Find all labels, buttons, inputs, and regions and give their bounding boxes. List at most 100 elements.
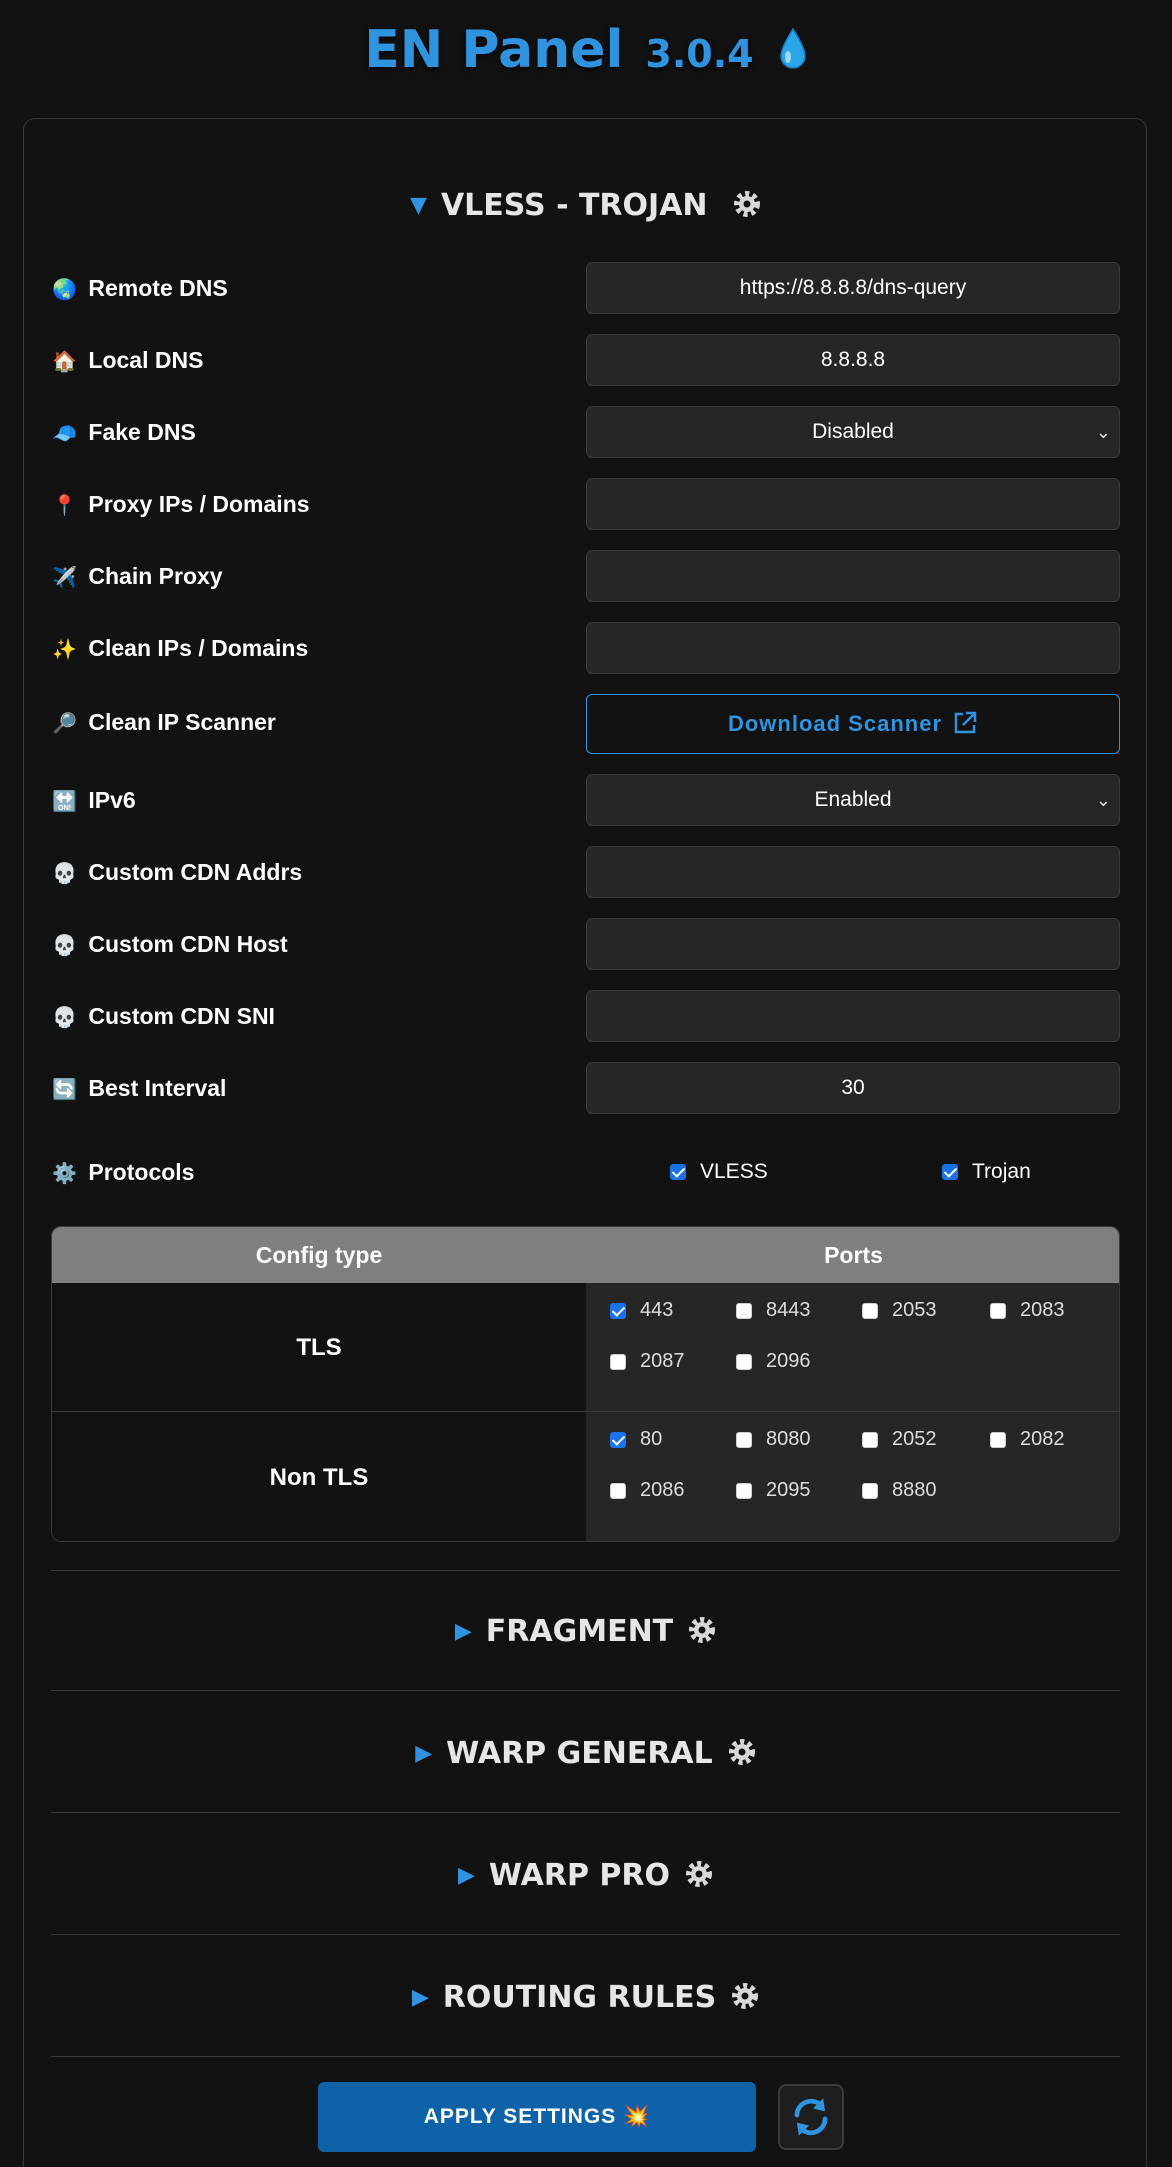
section-warp-pro-toggle[interactable]: ▶ WARP PRO bbox=[0, 1858, 1172, 1893]
header-ports: Ports bbox=[824, 1242, 883, 1268]
refresh-button[interactable] bbox=[778, 2084, 844, 2150]
cap-icon: 🧢 bbox=[52, 423, 77, 445]
port-label: 2052 bbox=[892, 1428, 937, 1450]
pin-icon: 📍 bbox=[52, 495, 77, 517]
on-arrow-icon: 🔛 bbox=[52, 791, 77, 813]
divider bbox=[51, 1570, 1120, 1571]
gear-icon bbox=[728, 1739, 755, 1765]
ipv6-select[interactable]: Enabled ⌄ bbox=[586, 774, 1120, 826]
water-drop-icon bbox=[779, 27, 806, 69]
port-checkbox[interactable]: 2087 bbox=[610, 1350, 685, 1373]
port-label: 2086 bbox=[640, 1479, 685, 1501]
proxy-ips-row: 📍 Proxy IPs / Domains bbox=[52, 478, 1120, 530]
checkbox[interactable] bbox=[990, 1431, 1006, 1448]
apply-settings-button[interactable]: APPLY SETTINGS 💥 bbox=[318, 2082, 756, 2152]
checkbox[interactable] bbox=[862, 1431, 878, 1448]
port-label: 2082 bbox=[1020, 1428, 1065, 1450]
header-config-type: Config type bbox=[255, 1242, 383, 1268]
section-warp-general-toggle[interactable]: ▶ WARP GENERAL bbox=[0, 1736, 1172, 1771]
checkbox[interactable] bbox=[610, 1353, 626, 1370]
clean-ip-scanner-row: 🔎 Clean IP Scanner Download Scanner bbox=[52, 694, 1120, 754]
port-checkbox[interactable]: 8443 bbox=[736, 1299, 811, 1322]
remote-dns-row: 🌏 Remote DNS https://8.8.8.8/dns-query bbox=[52, 262, 1120, 314]
port-checkbox[interactable]: 8880 bbox=[862, 1479, 937, 1502]
globe-icon: 🌏 bbox=[52, 279, 77, 301]
local-dns-label: Local DNS bbox=[88, 347, 204, 373]
gear-icon bbox=[689, 1617, 716, 1643]
checkbox[interactable] bbox=[736, 1302, 752, 1319]
ports-table: Config type Ports TLS 443 8443 2053 2083 208… bbox=[51, 1226, 1120, 1542]
port-checkbox[interactable]: 2053 bbox=[862, 1299, 937, 1322]
best-interval-input[interactable]: 30 bbox=[586, 1062, 1120, 1114]
port-checkbox[interactable]: 2082 bbox=[990, 1428, 1065, 1451]
port-checkbox[interactable]: 443 bbox=[610, 1299, 673, 1322]
section-routing-rules-toggle[interactable]: ▶ ROUTING RULES bbox=[0, 1980, 1172, 2015]
chevron-down-icon: ⌄ bbox=[1095, 422, 1111, 442]
gear-icon bbox=[686, 1861, 712, 1887]
custom-cdn-addrs-label: Custom CDN Addrs bbox=[88, 859, 303, 885]
table-row-non-tls: Non TLS 80 8080 2052 2082 2086 2095 8880 bbox=[52, 1412, 1119, 1541]
port-checkbox[interactable]: 80 bbox=[610, 1428, 662, 1451]
chain-proxy-row: ✈️ Chain Proxy bbox=[52, 550, 1120, 602]
port-label: 2053 bbox=[892, 1299, 937, 1321]
custom-cdn-addrs-input[interactable] bbox=[586, 846, 1120, 898]
download-scanner-button[interactable]: Download Scanner bbox=[586, 694, 1120, 754]
row-name: Non TLS bbox=[52, 1412, 586, 1541]
checkbox[interactable] bbox=[736, 1431, 752, 1448]
app-version: 3.0.4 bbox=[645, 32, 754, 76]
skull-icon: 💀 bbox=[52, 863, 77, 885]
local-dns-row: 🏠 Local DNS 8.8.8.8 bbox=[52, 334, 1120, 386]
custom-cdn-addrs-row: 💀 Custom CDN Addrs bbox=[52, 846, 1120, 898]
checkbox[interactable] bbox=[862, 1302, 878, 1319]
port-label: 2096 bbox=[766, 1350, 811, 1372]
checkbox[interactable] bbox=[610, 1431, 626, 1448]
ports-table-header: Config type Ports bbox=[52, 1227, 1119, 1283]
port-label: 2087 bbox=[640, 1350, 685, 1372]
chain-proxy-input[interactable] bbox=[586, 550, 1120, 602]
checkbox[interactable] bbox=[736, 1482, 752, 1499]
best-interval-label: Best Interval bbox=[88, 1075, 227, 1101]
custom-cdn-sni-input[interactable] bbox=[586, 990, 1120, 1042]
gear-icon bbox=[733, 191, 760, 217]
checkbox[interactable] bbox=[990, 1302, 1006, 1319]
checkbox[interactable] bbox=[610, 1482, 626, 1499]
proxy-ips-input[interactable] bbox=[586, 478, 1120, 530]
port-checkbox[interactable]: 2096 bbox=[736, 1350, 811, 1373]
house-icon: 🏠 bbox=[52, 351, 77, 373]
fake-dns-row: 🧢 Fake DNS Disabled ⌄ bbox=[52, 406, 1120, 458]
port-checkbox[interactable]: 2095 bbox=[736, 1479, 811, 1502]
section-title: WARP PRO bbox=[488, 1858, 670, 1893]
collapsed-triangle-icon: ▶ bbox=[454, 1619, 472, 1644]
divider bbox=[51, 1934, 1120, 1935]
chevron-down-icon: ⌄ bbox=[1095, 790, 1111, 810]
port-checkbox[interactable]: 2052 bbox=[862, 1428, 937, 1451]
custom-cdn-sni-row: 💀 Custom CDN SNI bbox=[52, 990, 1120, 1042]
section-title: FRAGMENT bbox=[485, 1614, 674, 1649]
custom-cdn-host-input[interactable] bbox=[586, 918, 1120, 970]
expanded-triangle-icon: ▼ bbox=[410, 193, 427, 218]
collapsed-triangle-icon: ▶ bbox=[415, 1741, 433, 1766]
fake-dns-select[interactable]: Disabled ⌄ bbox=[586, 406, 1120, 458]
sparkles-icon: ✨ bbox=[52, 639, 77, 661]
checkbox[interactable] bbox=[862, 1482, 878, 1499]
refresh-icon bbox=[794, 2098, 828, 2136]
ports-cell: 80 8080 2052 2082 2086 2095 8880 bbox=[586, 1412, 1119, 1541]
port-checkbox[interactable]: 2083 bbox=[990, 1299, 1065, 1322]
checkbox[interactable] bbox=[736, 1353, 752, 1370]
clean-ips-input[interactable] bbox=[586, 622, 1120, 674]
fake-dns-label: Fake DNS bbox=[88, 419, 196, 445]
port-checkbox[interactable]: 8080 bbox=[736, 1428, 811, 1451]
section-title: VLESS - TROJAN bbox=[440, 188, 708, 223]
section-fragment-toggle[interactable]: ▶ FRAGMENT bbox=[0, 1614, 1172, 1649]
divider bbox=[51, 1690, 1120, 1691]
local-dns-input[interactable]: 8.8.8.8 bbox=[586, 334, 1120, 386]
ipv6-row: 🔛 IPv6 Enabled ⌄ bbox=[52, 774, 1120, 826]
proxy-ips-label: Proxy IPs / Domains bbox=[88, 491, 310, 517]
protocol-trojan-checkbox[interactable]: Trojan bbox=[942, 1160, 1031, 1184]
protocol-vless-checkbox[interactable]: VLESS bbox=[670, 1160, 768, 1184]
port-checkbox[interactable]: 2086 bbox=[610, 1479, 685, 1502]
remote-dns-input[interactable]: https://8.8.8.8/dns-query bbox=[586, 262, 1120, 314]
section-vless-trojan-toggle[interactable]: ▼ VLESS - TROJAN bbox=[0, 188, 1172, 223]
explosion-icon: 💥 bbox=[623, 2105, 651, 2128]
checkbox[interactable] bbox=[610, 1302, 626, 1319]
